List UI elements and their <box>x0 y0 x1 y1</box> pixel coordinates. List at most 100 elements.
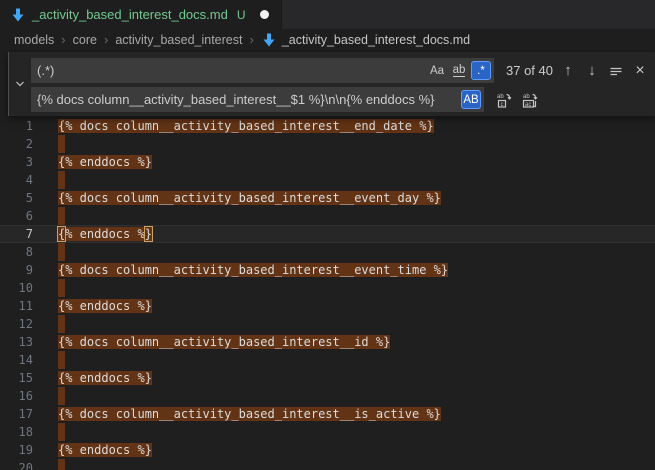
search-match: {% docs column__activity_based_interest_… <box>58 263 448 277</box>
replace-input-wrap: AB <box>31 87 484 112</box>
line-content: {% enddocs %} <box>58 441 152 459</box>
search-match-empty <box>58 279 65 297</box>
line-number: 4 <box>0 171 33 189</box>
line-number: 10 <box>0 279 33 297</box>
breadcrumb-item[interactable]: core <box>73 33 97 47</box>
code-editor[interactable]: 1 {% docs column__activity_based_interest… <box>0 50 655 470</box>
line-number: 12 <box>0 315 33 333</box>
search-match: {% enddocs %} <box>58 155 152 169</box>
replace-toggles: AB <box>461 90 481 109</box>
code-line[interactable]: 7 {% enddocs %} <box>0 225 655 243</box>
line-content <box>58 135 65 153</box>
replace-all-icon[interactable]: ab ac <box>518 88 542 112</box>
search-match-empty <box>58 351 65 369</box>
line-content: {% docs column__activity_based_interest_… <box>58 117 434 135</box>
whole-word-toggle[interactable]: ab <box>449 61 469 80</box>
markdown-file-icon <box>261 32 277 48</box>
line-content: {% enddocs %} <box>58 369 152 387</box>
code-line[interactable]: 17 {% docs column__activity_based_interes… <box>0 405 655 423</box>
search-match-empty <box>58 171 65 189</box>
close-icon[interactable]: × <box>629 58 651 83</box>
line-number: 7 <box>0 225 33 243</box>
search-match-empty <box>58 207 65 225</box>
line-number: 13 <box>0 333 33 351</box>
breadcrumb-item[interactable]: activity_based_interest <box>115 33 242 47</box>
bracket-match: { <box>57 226 66 242</box>
svg-text:ab: ab <box>523 94 530 100</box>
line-number: 9 <box>0 261 33 279</box>
line-content <box>58 243 65 261</box>
search-match: {% enddocs %} <box>58 227 152 241</box>
previous-match-button[interactable]: ↑ <box>557 58 579 83</box>
code-line[interactable]: 2 <box>0 135 655 153</box>
code-line[interactable]: 12 <box>0 315 655 333</box>
breadcrumb-item[interactable]: models <box>14 33 54 47</box>
line-number: 14 <box>0 351 33 369</box>
unsaved-dot-icon[interactable] <box>260 10 269 19</box>
code-line[interactable]: 18 <box>0 423 655 441</box>
svg-text:ab: ab <box>497 94 504 100</box>
code-line[interactable]: 10 <box>0 279 655 297</box>
find-in-selection-icon[interactable] <box>605 58 627 83</box>
code-line[interactable]: 15{% enddocs %} <box>0 369 655 387</box>
line-number: 17 <box>0 405 33 423</box>
replace-input[interactable] <box>31 87 484 112</box>
next-match-button[interactable]: ↓ <box>581 58 603 83</box>
search-match: {% docs column__activity_based_interest_… <box>58 335 390 349</box>
line-number: 11 <box>0 297 33 315</box>
breadcrumb-separator-icon: › <box>249 32 253 47</box>
code-line[interactable]: 1 {% docs column__activity_based_interest… <box>0 117 655 135</box>
code-line[interactable]: 13 {% docs column__activity_based_interes… <box>0 333 655 351</box>
find-input[interactable] <box>31 58 494 83</box>
line-number: 5 <box>0 189 33 207</box>
search-match-empty <box>58 243 65 261</box>
find-input-wrap: Aa ab .* <box>31 58 494 83</box>
line-number: 18 <box>0 423 33 441</box>
code-line[interactable]: 20 <box>0 459 655 470</box>
line-number: 1 <box>0 117 33 135</box>
match-case-toggle[interactable]: Aa <box>427 61 447 80</box>
code-line[interactable]: 11{% enddocs %} <box>0 297 655 315</box>
line-number: 19 <box>0 441 33 459</box>
replace-one-icon[interactable]: ab c <box>492 88 516 112</box>
search-match: {% enddocs %} <box>58 443 152 457</box>
line-content <box>58 459 65 470</box>
line-number: 20 <box>0 459 33 470</box>
line-content: {% enddocs %} <box>58 225 152 243</box>
code-line[interactable]: 4 <box>0 171 655 189</box>
search-match-empty <box>58 459 65 470</box>
markdown-file-icon <box>10 7 26 23</box>
search-match: {% docs column__activity_based_interest_… <box>58 407 441 421</box>
breadcrumb-file[interactable]: _activity_based_interest_docs.md <box>261 32 470 48</box>
tab-bar: _activity_based_interest_docs.md U <box>0 0 655 29</box>
line-content <box>58 387 65 405</box>
tab-title: _activity_based_interest_docs.md <box>32 7 228 22</box>
code-line[interactable]: 9 {% docs column__activity_based_interest… <box>0 261 655 279</box>
line-content: {% docs column__activity_based_interest_… <box>58 189 441 207</box>
search-match-empty <box>58 315 65 333</box>
find-toggles: Aa ab .* <box>427 61 491 80</box>
code-line[interactable]: 5 {% docs column__activity_based_interest… <box>0 189 655 207</box>
line-number: 2 <box>0 135 33 153</box>
code-line[interactable]: 8 <box>0 243 655 261</box>
line-content <box>58 315 65 333</box>
line-content <box>58 351 65 369</box>
preserve-case-toggle[interactable]: AB <box>461 90 481 109</box>
code-line[interactable]: 3 {% enddocs %} <box>0 153 655 171</box>
line-content: {% docs column__activity_based_interest_… <box>58 333 390 351</box>
search-match: {% docs column__activity_based_interest_… <box>58 119 434 133</box>
line-number: 3 <box>0 153 33 171</box>
regex-toggle[interactable]: .* <box>471 61 491 80</box>
line-number: 8 <box>0 243 33 261</box>
bracket-match: } <box>144 226 153 242</box>
search-match-empty <box>58 423 65 441</box>
breadcrumb-separator-icon: › <box>61 32 65 47</box>
code-line[interactable]: 16 <box>0 387 655 405</box>
line-content <box>58 279 65 297</box>
code-line[interactable]: 19 {% enddocs %} <box>0 441 655 459</box>
code-line[interactable]: 14 <box>0 351 655 369</box>
tab-active[interactable]: _activity_based_interest_docs.md U <box>0 0 282 29</box>
svg-text:c: c <box>501 102 504 108</box>
code-line[interactable]: 6 <box>0 207 655 225</box>
toggle-replace-chevron-icon[interactable] <box>9 52 30 116</box>
